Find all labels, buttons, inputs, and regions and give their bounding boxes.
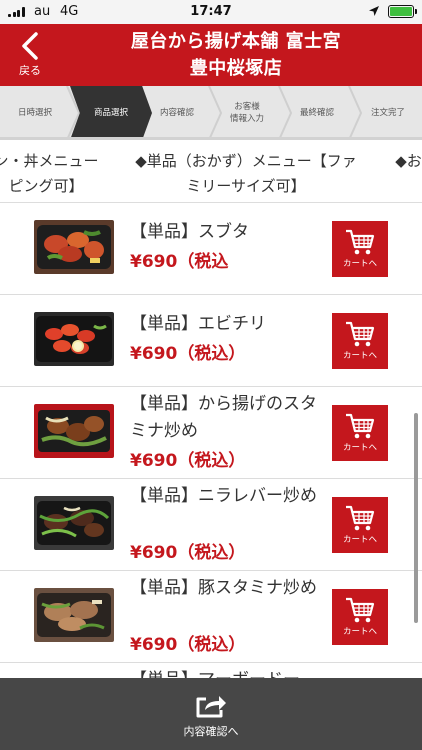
cart-icon xyxy=(346,229,375,255)
tab-single-dish-menu[interactable]: ◆単品（おかず）メニュー【ファ ミリーサイズ可】 xyxy=(118,149,374,202)
cart-icon xyxy=(346,321,375,347)
product-price: ¥690（税込 xyxy=(130,252,229,272)
page-title: 屋台から揚げ本舗 富士宮 豊中桜塚店 xyxy=(60,28,412,82)
share-icon xyxy=(196,696,226,718)
product-row: 【単品】エビチリ ¥690（税込） カートへ xyxy=(0,295,422,387)
add-to-cart-label: カートへ xyxy=(342,351,377,361)
product-name: 【単品】から揚げのスタミナ炒め xyxy=(130,394,317,441)
header: 戻る 屋台から揚げ本舗 富士宮 豊中桜塚店 xyxy=(0,24,422,86)
product-image-subuta xyxy=(34,220,114,274)
product-list: 【単品】スブタ ¥690（税込 カートへ 【単品】エビチリ ¥690（税込） カ… xyxy=(0,203,422,678)
step-product-select: 商品選択 xyxy=(70,86,152,137)
confirm-order-label: 内容確認へ xyxy=(183,725,239,738)
add-to-cart-label: カートへ xyxy=(342,627,377,637)
tab-rice-bowl-menu[interactable]: ン・丼メニュー ピング可】 xyxy=(0,149,106,199)
add-to-cart-label: カートへ xyxy=(342,535,377,545)
product-image-pork-stamina xyxy=(34,588,114,642)
product-name: 【単品】ニラレバー炒め xyxy=(130,486,317,506)
battery-icon xyxy=(388,5,417,18)
step-final-confirm: 最終確認 xyxy=(299,108,334,118)
product-row: 【単品】ニラレバー炒め ¥690（税込） カートへ xyxy=(0,479,422,571)
step-content-confirm: 内容確認 xyxy=(159,108,194,118)
page-title-line2: 豊中桜塚店 xyxy=(189,58,283,79)
add-to-cart-button[interactable]: カートへ xyxy=(332,589,388,645)
tab-value-menu[interactable]: ◆お得 xyxy=(386,149,422,174)
add-to-cart-button[interactable]: カートへ xyxy=(332,313,388,369)
product-name: 【単品】マーボードー xyxy=(130,667,325,678)
step-date-select: 日時選択 xyxy=(17,108,52,118)
status-time: 17:47 xyxy=(190,4,232,19)
page-title-line1: 屋台から揚げ本舗 富士宮 xyxy=(130,31,342,52)
back-label: 戻る xyxy=(19,64,41,77)
cart-icon xyxy=(346,505,375,531)
add-to-cart-label: カートへ xyxy=(342,259,377,269)
product-row: 【単品】から揚げのスタミナ炒め ¥690（税込） カートへ xyxy=(0,387,422,479)
cart-icon xyxy=(346,413,375,439)
back-chevron-icon xyxy=(22,32,38,60)
product-name: 【単品】豚スタミナ炒め xyxy=(130,578,317,598)
add-to-cart-label: カートへ xyxy=(342,443,377,453)
add-to-cart-button[interactable]: カートへ xyxy=(332,497,388,553)
product-row: 【単品】豚スタミナ炒め ¥690（税込） カートへ xyxy=(0,571,422,663)
product-name: 【単品】スブタ xyxy=(130,222,249,242)
confirm-order-button[interactable]: 内容確認へ xyxy=(0,678,422,750)
product-price: ¥690（税込） xyxy=(130,543,246,563)
product-price: ¥690（税込） xyxy=(130,635,246,655)
product-image-karaage-stamina xyxy=(34,404,114,458)
add-to-cart-button[interactable]: カートへ xyxy=(332,405,388,461)
order-progress-steps: 日時選択 商品選択 内容確認 お客様 情報入力 最終確認 注文完了 xyxy=(0,86,422,140)
category-tabs: ン・丼メニュー ピング可】 ◆単品（おかず）メニュー【ファ ミリーサイズ可】 ◆… xyxy=(0,143,422,203)
product-price: ¥690（税込） xyxy=(130,451,246,471)
status-bar: au 4G 17:47 xyxy=(0,0,422,24)
step-order-complete: 注文完了 xyxy=(370,108,405,118)
location-arrow-icon xyxy=(369,6,379,16)
back-button[interactable]: 戻る xyxy=(10,30,50,80)
product-image-ebichili xyxy=(34,312,114,366)
add-to-cart-button[interactable]: カートへ xyxy=(332,221,388,277)
product-price: ¥690（税込） xyxy=(130,344,246,364)
product-row: 【単品】スブタ ¥690（税込 カートへ xyxy=(0,203,422,295)
product-name: 【単品】エビチリ xyxy=(130,314,266,334)
step-customer-info: お客様 情報入力 xyxy=(229,102,264,124)
cart-icon xyxy=(346,597,375,623)
product-image-nira-liver xyxy=(34,496,114,550)
scrollbar[interactable] xyxy=(414,413,418,623)
product-row: 【単品】マーボードー xyxy=(0,663,422,678)
